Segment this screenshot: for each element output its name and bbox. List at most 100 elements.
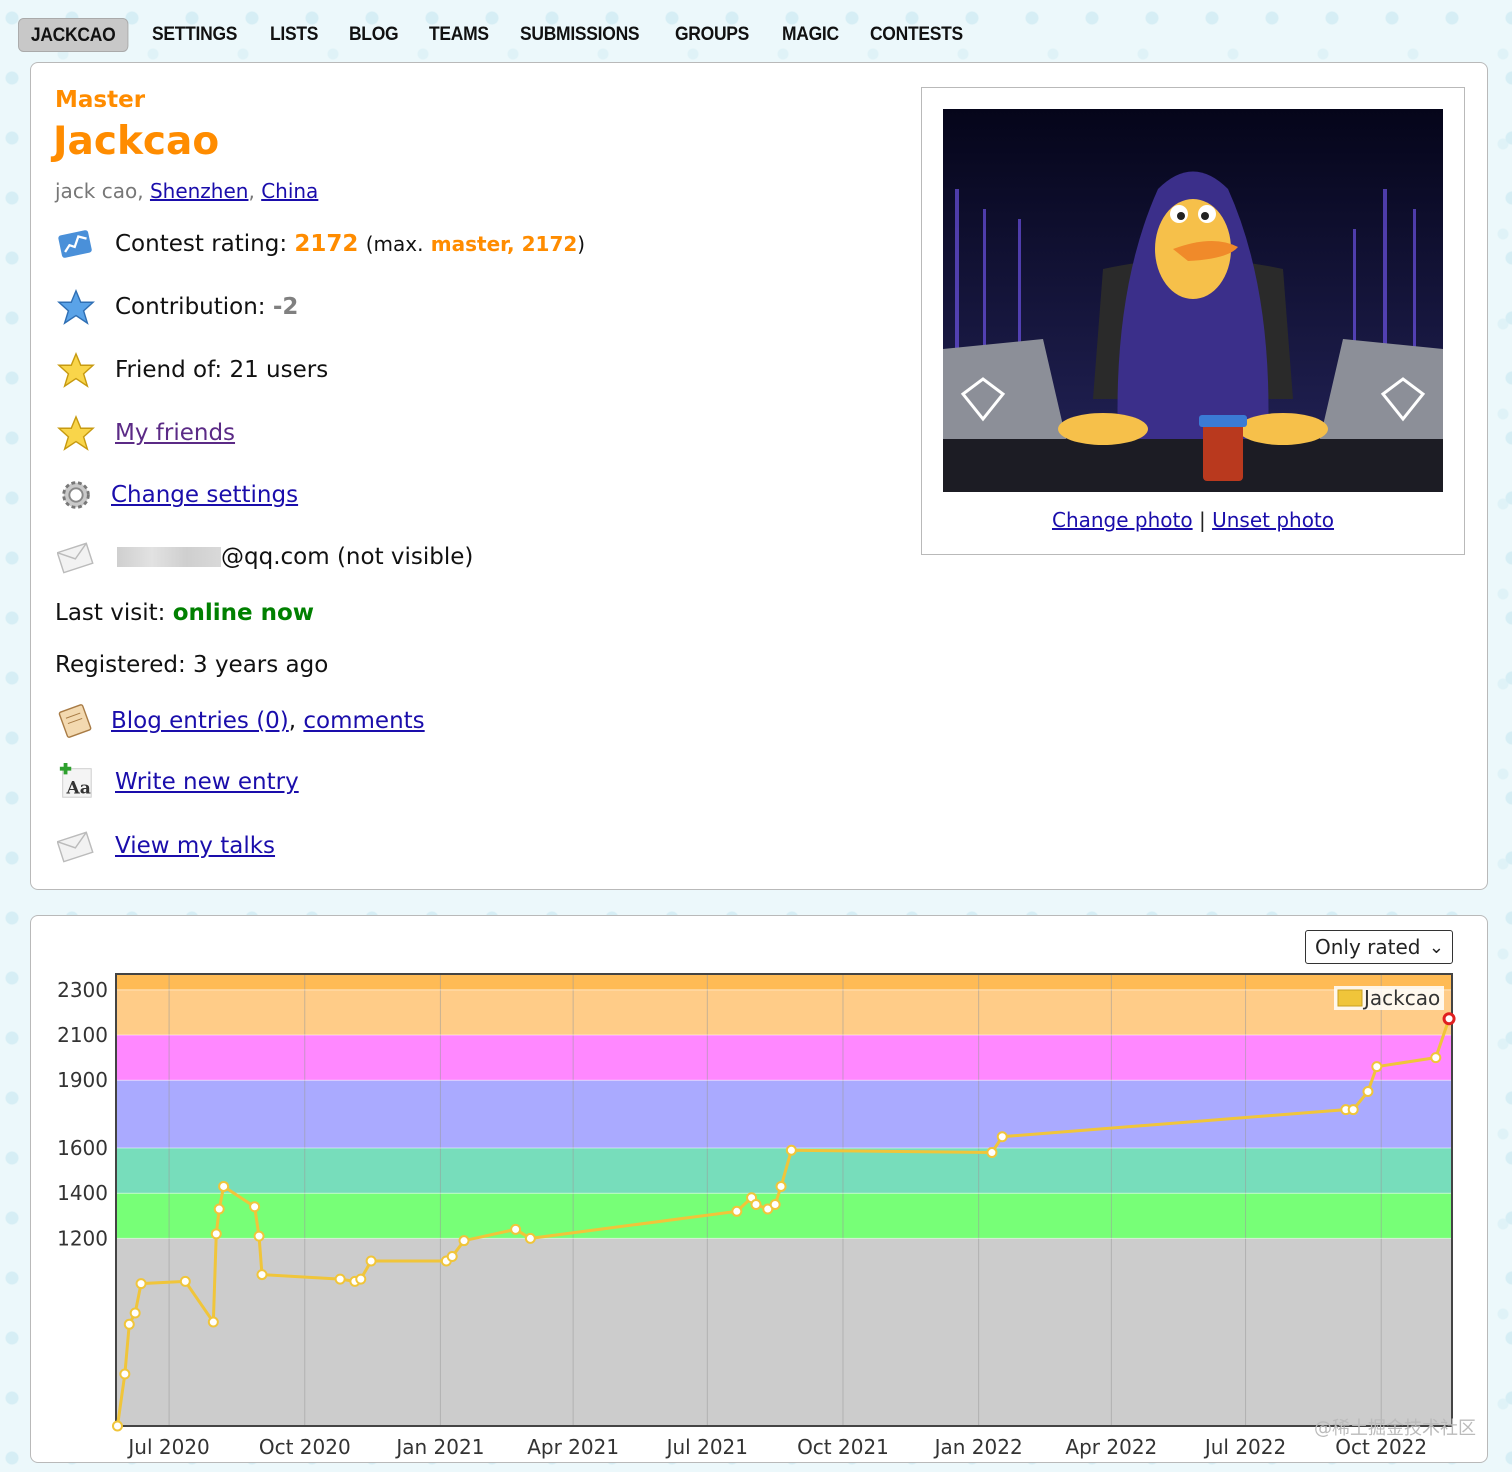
rating-band	[116, 989, 1452, 1036]
rating-point	[1430, 1052, 1442, 1064]
talks-row: View my talks	[55, 825, 275, 867]
chart-icon	[55, 223, 97, 265]
rating-chart: Jul 2020 Oct 2020 Jan 2021 Apr 2021 Jul 2021…	[57, 973, 1456, 1459]
write-entry-row: Aa Write new entry	[55, 761, 299, 803]
nav-item-jackcao[interactable]: JACKCAO	[18, 18, 129, 52]
write-new-entry-link[interactable]: Write new entry	[115, 769, 299, 795]
registered-row: Registered: 3 years ago	[55, 652, 328, 678]
change-settings-link[interactable]: Change settings	[111, 482, 298, 508]
rating-band	[116, 1193, 1452, 1239]
x-tick-label: Apr 2022	[1065, 1435, 1157, 1459]
x-tick-label: Jul 2022	[1203, 1435, 1286, 1459]
last-visit-row: Last visit: online now	[55, 600, 314, 626]
comments-link[interactable]: comments	[303, 708, 424, 734]
y-tick-label: 1200	[57, 1226, 108, 1250]
rating-band	[116, 1035, 1452, 1081]
view-my-talks-link[interactable]: View my talks	[115, 833, 275, 859]
friend-of-row: Friend of: 21 users	[55, 349, 328, 391]
rating-point	[510, 1223, 522, 1235]
envelope-icon	[55, 825, 97, 867]
top-nav: JACKCAO SETTINGS LISTS BLOG TEAMS SUBMIS…	[18, 18, 985, 52]
nav-item-groups[interactable]: GROUPS	[663, 18, 761, 52]
rating-point	[210, 1228, 222, 1240]
rating-point	[775, 1180, 787, 1192]
user-location: jack cao, Shenzhen, China	[55, 179, 319, 203]
change-photo-link[interactable]: Change photo	[1052, 508, 1193, 532]
star-icon	[55, 349, 97, 391]
contribution-label: Contribution:	[115, 294, 266, 320]
max-rating-value: master, 2172	[430, 232, 578, 256]
x-tick-label: Oct 2020	[259, 1435, 351, 1459]
nav-item-submissions[interactable]: SUBMISSIONS	[508, 18, 651, 52]
avatar-box: Change photo | Unset photo	[921, 87, 1465, 555]
contribution-value: -2	[272, 294, 299, 320]
x-tick-label: Apr 2021	[527, 1435, 619, 1459]
rating-point	[218, 1180, 230, 1192]
profile-panel: Master Jackcao jack cao, Shenzhen, China…	[30, 62, 1488, 890]
rating-point	[256, 1269, 268, 1281]
nav-item-teams[interactable]: TEAMS	[417, 18, 501, 52]
country-link[interactable]: China	[261, 179, 318, 203]
max-open: (max.	[365, 232, 424, 256]
rating-value: 2172	[294, 231, 359, 257]
x-tick-label: Jan 2021	[394, 1435, 484, 1459]
rating-point	[213, 1203, 225, 1215]
city-link[interactable]: Shenzhen	[150, 179, 249, 203]
y-tick-label: 1400	[57, 1181, 108, 1205]
gear-icon	[55, 474, 97, 516]
nav-item-lists[interactable]: LISTS	[258, 18, 330, 52]
rating-point	[365, 1255, 377, 1267]
photo-actions: Change photo | Unset photo	[922, 508, 1464, 532]
contribution-row: Contribution: -2	[55, 286, 298, 328]
email-hidden	[117, 547, 221, 567]
nav-item-blog[interactable]: BLOG	[337, 18, 410, 52]
rating-point	[750, 1199, 762, 1211]
rating-point	[785, 1144, 797, 1156]
star-icon	[55, 412, 97, 454]
rating-point	[986, 1147, 998, 1159]
rating-point	[996, 1131, 1008, 1143]
rating-point	[1362, 1086, 1374, 1098]
blog-entries-link[interactable]: Blog entries (0)	[111, 708, 289, 734]
legend-swatch	[1337, 989, 1363, 1007]
user-real-name: jack cao,	[55, 179, 144, 203]
rating-point	[1347, 1104, 1359, 1116]
rating-point	[249, 1201, 261, 1213]
rating-point	[334, 1273, 346, 1285]
x-tick-label: Jul 2021	[665, 1435, 748, 1459]
nav-item-magic[interactable]: MAGIC	[770, 18, 851, 52]
rating-chart-panel: Only rated ⌄ Jul 2020 Oct 2020 Jan 2021 Apr…	[30, 915, 1488, 1463]
max-close: )	[577, 232, 586, 256]
nav-item-settings[interactable]: SETTINGS	[140, 18, 249, 52]
registered-text: Registered: 3 years ago	[55, 652, 329, 678]
rating-point	[1442, 1012, 1456, 1026]
blog-icon	[55, 700, 97, 742]
svg-text:Aa: Aa	[66, 778, 91, 798]
y-tick-label: 2100	[57, 1023, 108, 1047]
email-row: @qq.com (not visible)	[55, 536, 473, 578]
rating-point	[769, 1199, 781, 1211]
rating-point	[135, 1278, 147, 1290]
y-tick-label: 1600	[57, 1136, 108, 1160]
rating-point	[123, 1318, 135, 1330]
x-tick-label: Oct 2021	[797, 1435, 889, 1459]
my-friends-link[interactable]: My friends	[115, 420, 235, 446]
unset-photo-link[interactable]: Unset photo	[1212, 508, 1334, 532]
write-entry-icon: Aa	[55, 761, 97, 803]
blue-star-icon	[55, 286, 97, 328]
rating-band	[116, 1080, 1452, 1149]
rating-point	[179, 1275, 191, 1287]
nav-item-contests[interactable]: CONTESTS	[858, 18, 975, 52]
last-visit-label: Last visit:	[55, 600, 166, 626]
y-tick-label: 1900	[57, 1068, 108, 1092]
rating-point	[458, 1235, 470, 1247]
rating-point	[446, 1251, 458, 1262]
rating-point	[207, 1316, 219, 1328]
blog-row: Blog entries (0), comments	[55, 700, 425, 742]
user-rank: Master	[55, 87, 146, 113]
rating-point	[731, 1205, 743, 1217]
rating-band	[116, 974, 1452, 990]
rating-point	[524, 1232, 536, 1244]
x-tick-label: Jan 2022	[933, 1435, 1023, 1459]
contest-rating-row: Contest rating: 2172 (max. master, 2172 …	[55, 223, 585, 265]
